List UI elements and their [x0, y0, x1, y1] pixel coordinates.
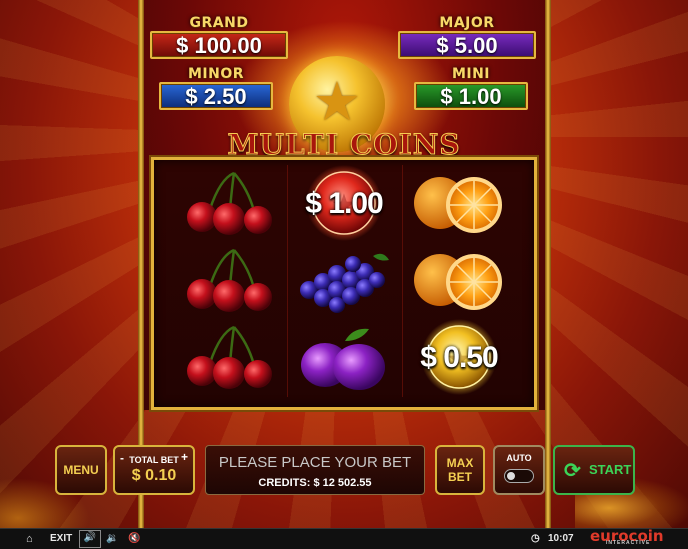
orange-icon [414, 177, 502, 233]
bottom-bar: ⌂ EXIT 🔊 🔉 🔇 ◷ 10:07 eurocoin INTERACTIV… [0, 528, 688, 549]
right-pillar [545, 0, 551, 528]
jackpot-grand: GRAND $ 100.00 [150, 15, 288, 59]
exit-button[interactable]: EXIT [50, 531, 72, 547]
start-label: START [589, 462, 632, 477]
sound-on-icon[interactable]: 🔉 [106, 531, 118, 547]
sound-off-icon[interactable]: 🔇 [128, 531, 140, 547]
jackpot-minor-label: MINOR [187, 66, 245, 82]
reel-cell [287, 242, 401, 319]
jackpot-major-label: MAJOR [439, 15, 495, 31]
bet-decrease-button[interactable]: - [120, 451, 124, 465]
reel-cell [172, 165, 286, 242]
jackpot-minor: MINOR $ 2.50 [159, 66, 273, 110]
bet-increase-button[interactable]: + [181, 450, 188, 464]
spin-icon: ⟳ [564, 460, 581, 482]
total-bet-control: - + TOTAL BET $ 0.10 [113, 445, 195, 495]
gold-coin-value: $ 0.50 [420, 340, 498, 374]
auto-toggle-knob [507, 472, 515, 480]
clock: 10:07 [548, 533, 574, 544]
reel-cell [402, 165, 516, 242]
reel-cell [172, 319, 286, 396]
jackpot-major-value: $ 5.00 [398, 31, 536, 59]
status-message: PLEASE PLACE YOUR BET [218, 454, 412, 471]
reel-grid: ★ $ 1.00 ★ $ 0.50 [172, 165, 516, 397]
credits-label: CREDITS: [258, 477, 311, 489]
cherries-icon [187, 171, 272, 235]
orange-icon [414, 254, 502, 310]
total-bet-value: $ 0.10 [131, 467, 177, 484]
cherries-icon [187, 248, 272, 312]
credits-value: $ 12 502.55 [313, 477, 372, 489]
auto-toggle[interactable] [504, 469, 534, 483]
reel-cell: ★ $ 1.00 [287, 165, 401, 242]
reel-cell: ★ $ 0.50 [402, 319, 516, 396]
cherries-icon [187, 325, 272, 389]
brand-subtitle: INTERACTIVE [606, 540, 651, 546]
max-bet-label-1: MAX [446, 456, 474, 470]
plums-icon [301, 328, 385, 390]
reel-cell [402, 242, 516, 319]
jackpot-major: MAJOR $ 5.00 [398, 15, 536, 59]
home-icon[interactable]: ⌂ [26, 531, 33, 547]
jackpot-minor-value: $ 2.50 [159, 82, 273, 110]
red-coin-value: $ 1.00 [305, 186, 383, 220]
jackpot-mini-label: MINI [451, 66, 491, 82]
message-panel: PLEASE PLACE YOUR BET CREDITS: $ 12 502.… [205, 445, 425, 495]
grapes-icon [300, 253, 389, 313]
jackpot-mini-value: $ 1.00 [414, 82, 528, 110]
menu-label: MENU [63, 463, 99, 477]
max-bet-label-2: BET [448, 470, 472, 484]
max-bet-button[interactable]: MAX BET [435, 445, 485, 495]
jackpot-mini: MINI $ 1.00 [414, 66, 528, 110]
auto-label: AUTO [506, 453, 532, 463]
credits-display: CREDITS: $ 12 502.55 [206, 477, 424, 489]
jackpot-grand-value: $ 100.00 [150, 31, 288, 59]
start-button[interactable]: ⟳ START [553, 445, 635, 495]
reel-cell [172, 242, 286, 319]
sound-auto-icon[interactable]: 🔊 [79, 530, 101, 548]
auto-button[interactable]: AUTO [493, 445, 545, 495]
jackpot-grand-label: GRAND [189, 15, 249, 31]
clock-icon: ◷ [531, 533, 540, 544]
menu-button[interactable]: MENU [55, 445, 107, 495]
reel-cell [287, 319, 401, 396]
